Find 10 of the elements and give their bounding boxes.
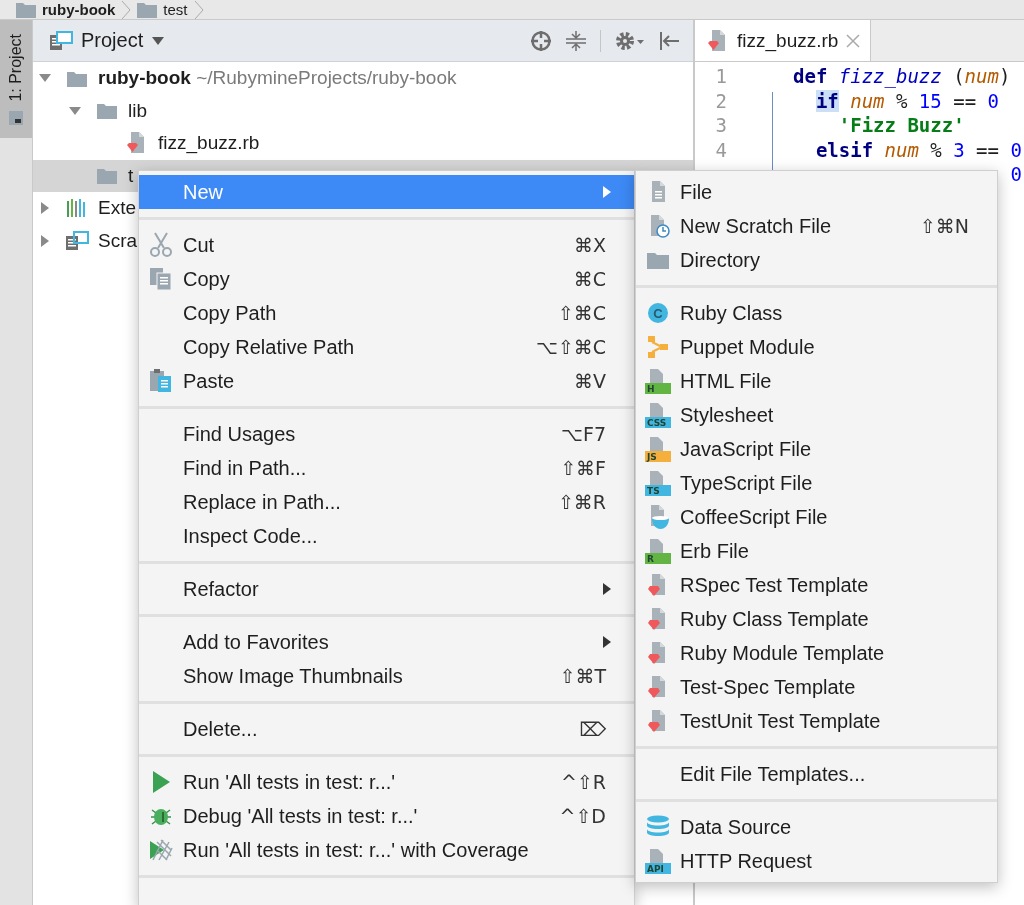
code-line: def fizz_buzz (num) <box>793 65 1011 88</box>
letter-circle-icon: C <box>647 302 669 324</box>
line-number: 2 <box>714 89 727 112</box>
code-line: if num % 15 == 0 <box>814 89 999 112</box>
code-line: 0 <box>1009 163 1023 186</box>
code-line: 'Fizz Buzz' <box>837 114 965 137</box>
line-number: 3 <box>714 114 727 137</box>
code-line: elsif num % 3 == 0 <box>814 138 1022 161</box>
line-number: 4 <box>714 138 727 161</box>
line-number: 1 <box>714 65 727 88</box>
